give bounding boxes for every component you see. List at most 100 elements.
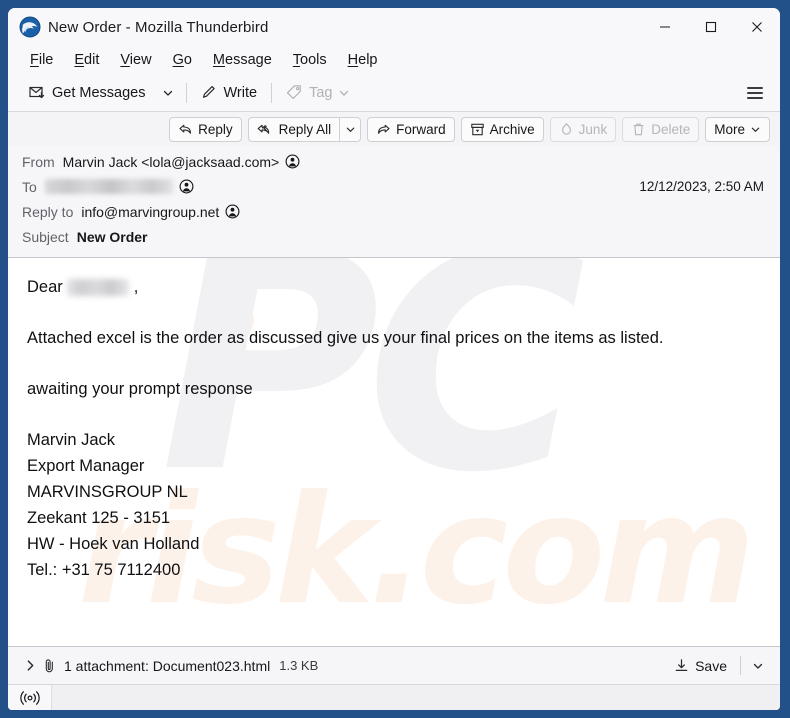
attachment-separator (740, 656, 741, 675)
message-headers: From Marvin Jack <lola@jacksaad.com> To (8, 146, 780, 258)
toolbar-separator-1 (185, 82, 187, 103)
tag-dropdown-icon (338, 87, 350, 99)
body-paragraph: awaiting your prompt response (27, 380, 253, 398)
menu-bar: File Edit View Go Message Tools Help (8, 46, 780, 74)
body-greeting: Dear, (27, 274, 762, 300)
get-messages-icon (29, 84, 46, 101)
more-label: More (714, 121, 745, 137)
to-label: To (22, 178, 37, 195)
save-attachment-dropdown[interactable] (746, 653, 770, 679)
thunderbird-logo-icon (19, 16, 41, 38)
reply-button[interactable]: Reply (169, 116, 242, 142)
menu-edit[interactable]: Edit (65, 49, 108, 71)
get-messages-button[interactable]: Get Messages (20, 79, 155, 107)
signature-line: Tel.: +31 75 7112400 (27, 561, 181, 579)
reply-all-split-button: Reply All (247, 116, 362, 142)
signature-line: Export Manager (27, 457, 145, 475)
more-button[interactable]: More (705, 116, 770, 142)
subject-label: Subject (22, 228, 69, 245)
header-row-subject: Subject New Order (22, 224, 770, 249)
signature-line: Marvin Jack (27, 431, 116, 449)
message-date: 12/12/2023, 2:50 AM (639, 179, 764, 194)
archive-icon (470, 122, 485, 137)
to-contact-icon[interactable] (179, 179, 194, 194)
status-bar (8, 684, 780, 710)
online-status-icon[interactable] (8, 685, 52, 710)
signature-line: MARVINSGROUP NL (27, 483, 188, 501)
save-attachment-button[interactable]: Save (666, 653, 735, 679)
reply-to-label: Reply to (22, 203, 74, 220)
reply-to-value[interactable]: info@marvingroup.net (81, 204, 219, 220)
greeting-suffix: , (133, 278, 139, 296)
window-controls (642, 8, 780, 46)
to-value-redacted (44, 179, 173, 194)
paperclip-icon (42, 658, 57, 674)
reply-all-icon (257, 122, 274, 137)
menu-file[interactable]: File (21, 49, 62, 71)
hamburger-line (747, 91, 763, 94)
message-body: Dear, Attached excel is the order as dis… (8, 258, 780, 583)
title-bar: New Order - Mozilla Thunderbird (8, 8, 780, 46)
download-icon (674, 658, 689, 673)
delete-label: Delete (651, 121, 691, 137)
forward-button[interactable]: Forward (367, 116, 455, 142)
delete-button[interactable]: Delete (622, 116, 700, 142)
get-messages-label: Get Messages (52, 84, 146, 101)
window-title: New Order - Mozilla Thunderbird (48, 18, 269, 36)
junk-label: Junk (578, 121, 608, 137)
app-menu-button[interactable] (739, 79, 771, 107)
tag-button[interactable]: Tag (277, 79, 359, 107)
thunderbird-window: New Order - Mozilla Thunderbird File Edi… (0, 0, 790, 718)
reply-icon (178, 122, 193, 137)
signature-line: HW - Hoek van Holland (27, 535, 200, 553)
archive-label: Archive (489, 121, 535, 137)
from-value[interactable]: Marvin Jack <lola@jacksaad.com> (63, 154, 280, 170)
window-chrome: New Order - Mozilla Thunderbird File Edi… (8, 8, 780, 710)
message-pane: Reply Reply All Forward Archive Junk Del… (8, 112, 780, 684)
close-button[interactable] (734, 8, 780, 46)
attachment-bar: 1 attachment: Document023.html 1.3 KB Sa… (8, 646, 780, 684)
from-contact-icon[interactable] (285, 154, 300, 169)
reply-all-label: Reply All (278, 121, 332, 137)
toolbar-separator-2 (271, 82, 273, 103)
pencil-icon (201, 84, 218, 101)
header-row-from: From Marvin Jack <lola@jacksaad.com> (22, 149, 770, 174)
write-button[interactable]: Write (192, 79, 267, 107)
reply-all-button[interactable]: Reply All (247, 116, 340, 142)
junk-icon (559, 122, 574, 137)
header-row-to: To 12/12/2023, 2:50 AM (22, 174, 770, 199)
reply-all-dropdown[interactable] (339, 116, 362, 142)
header-row-reply-to: Reply to info@marvingroup.net (22, 199, 770, 224)
body-paragraph: Attached excel is the order as discussed… (27, 329, 664, 347)
menu-tools[interactable]: Tools (284, 49, 336, 71)
minimize-button[interactable] (642, 8, 688, 46)
greeting-name-redacted (66, 279, 129, 297)
archive-button[interactable]: Archive (460, 116, 544, 142)
attachment-size: 1.3 KB (279, 658, 319, 673)
get-messages-dropdown[interactable] (155, 79, 181, 107)
tag-icon (286, 84, 303, 101)
hamburger-line (747, 96, 763, 99)
subject-value: New Order (76, 228, 148, 245)
reply-to-contact-icon[interactable] (225, 204, 240, 219)
trash-icon (631, 122, 646, 137)
menu-go[interactable]: Go (164, 49, 201, 71)
attachment-actions: Save (666, 653, 770, 679)
junk-button[interactable]: Junk (549, 116, 617, 142)
main-toolbar: Get Messages Write Tag (8, 74, 780, 112)
menu-help[interactable]: Help (339, 49, 387, 71)
menu-message[interactable]: Message (204, 49, 281, 71)
forward-icon (376, 122, 391, 137)
tag-label: Tag (309, 84, 333, 101)
from-label: From (22, 153, 55, 170)
write-label: Write (223, 84, 258, 101)
menu-view[interactable]: View (111, 49, 160, 71)
attachment-expand-toggle[interactable] (20, 659, 40, 672)
maximize-button[interactable] (688, 8, 734, 46)
attachment-summary: 1 attachment: Document023.html (64, 657, 271, 674)
save-label: Save (695, 657, 727, 674)
signature-line: Zeekant 125 - 3151 (27, 509, 171, 527)
forward-label: Forward (396, 121, 446, 137)
message-action-toolbar: Reply Reply All Forward Archive Junk Del… (8, 112, 780, 146)
message-body-container: PC risk.com Dear, Attached excel is the … (8, 258, 780, 646)
